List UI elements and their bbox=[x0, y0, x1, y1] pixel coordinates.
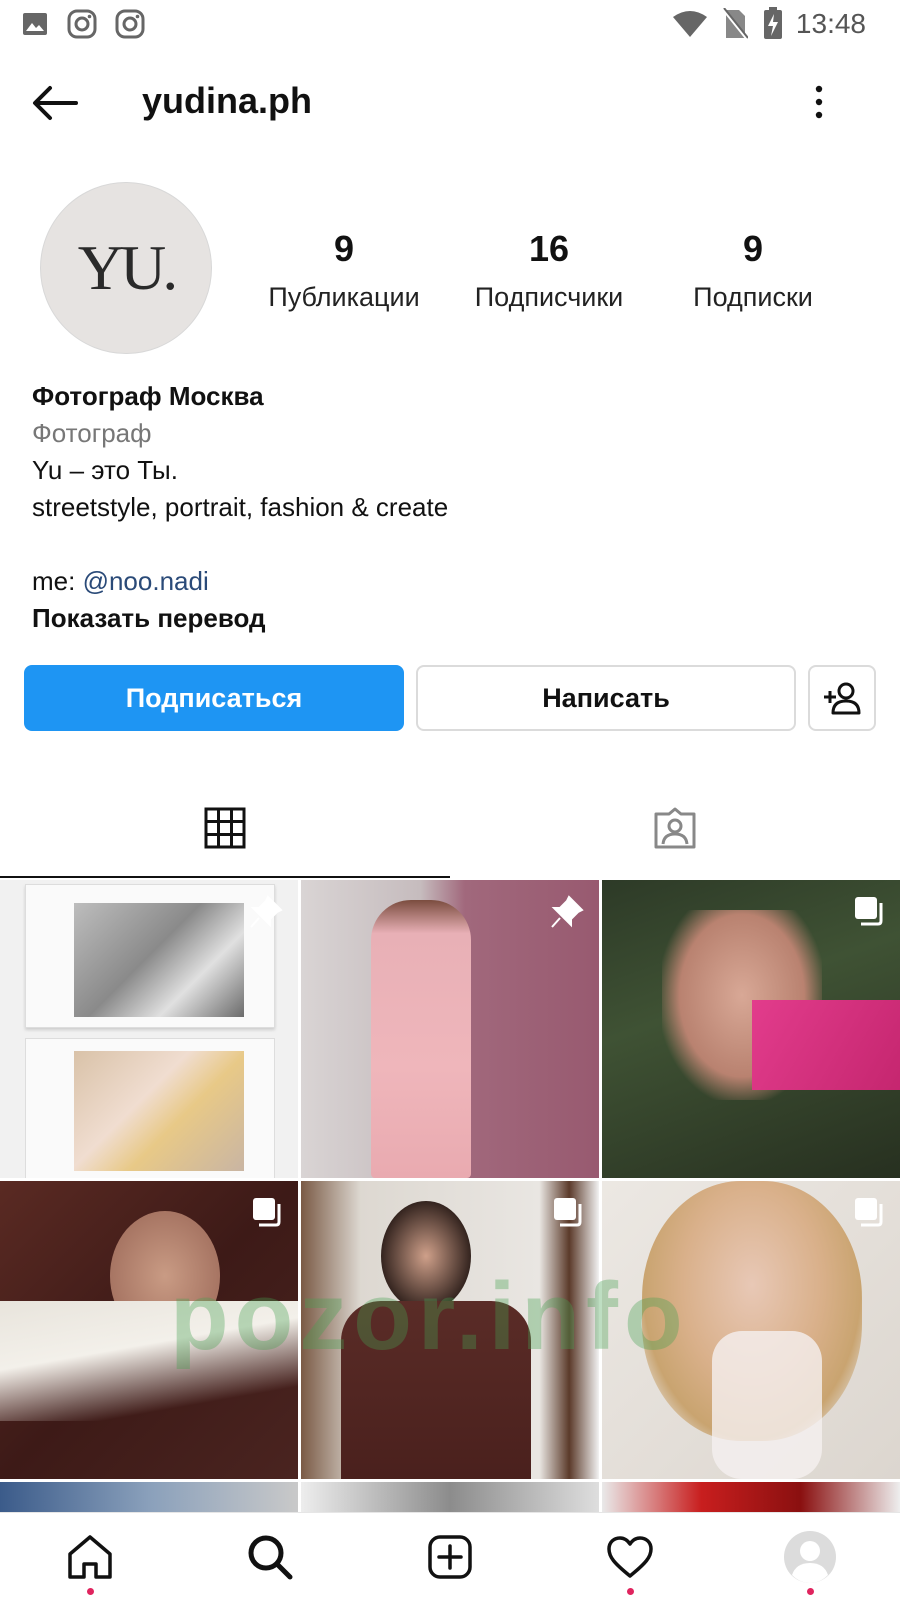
status-bar: 13:48 bbox=[0, 0, 900, 50]
stat-value: 9 bbox=[742, 228, 764, 269]
post-thumbnail[interactable] bbox=[301, 1482, 599, 1512]
more-options-icon[interactable] bbox=[810, 84, 828, 120]
tab-tagged[interactable] bbox=[450, 780, 900, 876]
battery-charging-icon bbox=[764, 7, 782, 39]
bio-line: streetstyle, portrait, fashion & create bbox=[32, 492, 449, 522]
stat-value: 16 bbox=[528, 228, 570, 269]
stat-value: 9 bbox=[333, 228, 355, 269]
multiple-photos-icon bbox=[253, 1198, 281, 1227]
multiple-photos-icon bbox=[855, 897, 883, 926]
profile-name: Фотограф Москва bbox=[32, 381, 264, 411]
multiple-photos-icon bbox=[554, 1198, 582, 1227]
profile-avatar-icon bbox=[784, 1531, 836, 1583]
stat-posts[interactable]: 9 Публикации bbox=[249, 228, 439, 313]
post-photo bbox=[712, 1331, 822, 1479]
nav-search[interactable] bbox=[180, 1513, 360, 1601]
nav-activity[interactable] bbox=[540, 1513, 720, 1601]
mention-link[interactable]: @noo.nadi bbox=[83, 566, 209, 596]
gallery-icon bbox=[23, 13, 47, 35]
show-translation-link[interactable]: Показать перевод bbox=[32, 600, 448, 637]
notification-dot bbox=[627, 1588, 634, 1595]
pinned-icon bbox=[551, 895, 584, 928]
stat-label: Публикации bbox=[268, 282, 420, 312]
stat-following[interactable]: 9 Подписки bbox=[658, 228, 848, 313]
pinned-icon bbox=[250, 895, 283, 928]
back-arrow-icon[interactable] bbox=[30, 84, 80, 122]
suggested-users-button[interactable] bbox=[808, 665, 876, 731]
message-button[interactable]: Написать bbox=[416, 665, 796, 731]
post-photo bbox=[752, 1000, 900, 1090]
nav-new-post[interactable] bbox=[360, 1513, 540, 1601]
tab-posts-grid[interactable] bbox=[0, 780, 450, 878]
tagged-person-icon bbox=[654, 807, 696, 849]
follow-button[interactable]: Подписаться bbox=[24, 665, 404, 731]
notification-dot bbox=[807, 1588, 814, 1595]
profile-bio: Фотограф Москва Фотограф Yu – это Ты. st… bbox=[32, 378, 448, 637]
watermark: pozor.info bbox=[170, 1263, 689, 1370]
profile-category: Фотограф bbox=[32, 418, 152, 448]
search-icon bbox=[248, 1535, 293, 1580]
stat-label: Подписчики bbox=[474, 282, 624, 312]
instagram-notification-icon bbox=[115, 9, 145, 39]
stat-followers[interactable]: 16 Подписчики bbox=[454, 228, 644, 313]
instagram-notification-icon bbox=[67, 9, 97, 39]
profile-username: yudina.ph bbox=[142, 80, 312, 121]
bio-line: Yu – это Ты. bbox=[32, 455, 178, 485]
post-thumbnail[interactable] bbox=[0, 1482, 298, 1512]
clock: 13:48 bbox=[795, 8, 866, 39]
profile-avatar[interactable]: YU. bbox=[40, 182, 212, 354]
bio-mention-line: me: @noo.nadi bbox=[32, 563, 448, 600]
post-thumbnail[interactable] bbox=[0, 880, 298, 1178]
grid-icon bbox=[204, 807, 246, 849]
post-photo bbox=[371, 900, 471, 1178]
add-person-icon bbox=[824, 682, 861, 715]
no-sim-icon bbox=[722, 8, 748, 40]
post-thumbnail[interactable] bbox=[602, 1482, 900, 1512]
stat-label: Подписки bbox=[693, 282, 813, 312]
post-photo bbox=[74, 1051, 244, 1171]
nav-profile[interactable] bbox=[720, 1513, 900, 1601]
nav-home[interactable] bbox=[0, 1513, 180, 1601]
post-photo bbox=[25, 1038, 275, 1178]
post-photo bbox=[25, 884, 275, 1028]
post-photo bbox=[74, 903, 244, 1017]
post-thumbnail[interactable] bbox=[301, 880, 599, 1178]
add-post-icon bbox=[428, 1535, 472, 1579]
home-icon bbox=[68, 1535, 112, 1579]
wifi-icon bbox=[673, 11, 707, 37]
bio-me-label: me: bbox=[32, 566, 76, 596]
post-thumbnail[interactable] bbox=[602, 880, 900, 1178]
bottom-navigation bbox=[0, 1512, 900, 1601]
heart-icon bbox=[607, 1536, 653, 1578]
multiple-photos-icon bbox=[855, 1198, 883, 1227]
notification-dot bbox=[87, 1588, 94, 1595]
